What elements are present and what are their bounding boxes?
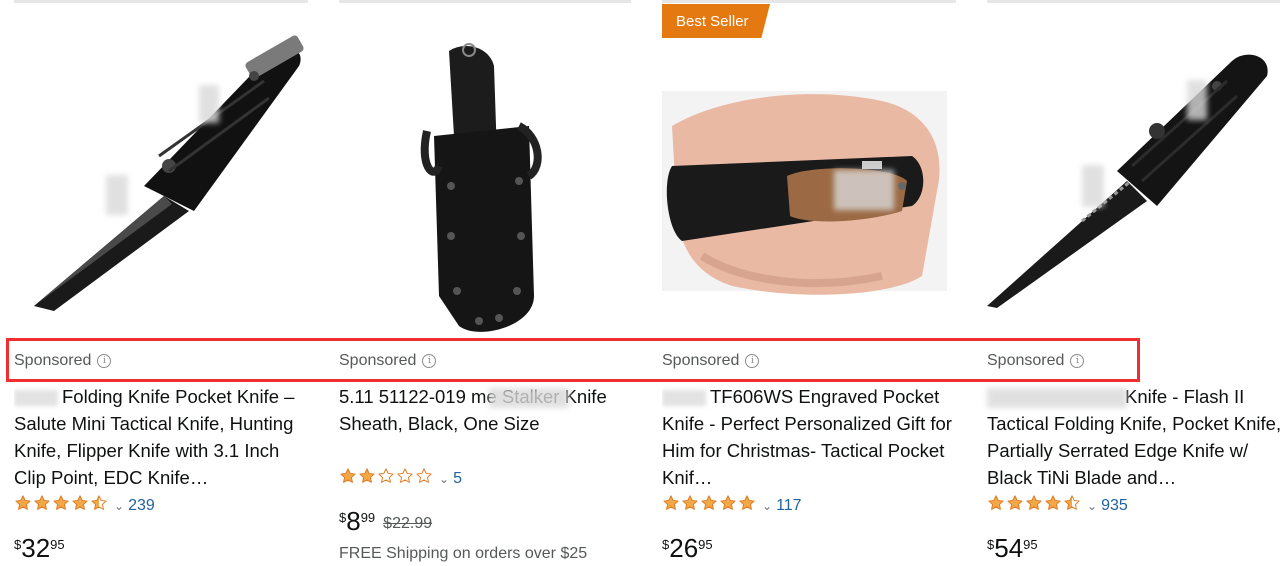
star-icon [358, 467, 376, 490]
product-title[interactable]: TF606WS Engraved Pocket Knife - Perfect … [662, 383, 958, 491]
sponsored-label: Sponsored i [987, 352, 1085, 370]
star-icon [377, 467, 395, 490]
star-icon [987, 494, 1005, 517]
product-image[interactable] [14, 6, 310, 336]
info-icon[interactable]: i [745, 354, 760, 368]
product-title[interactable]: Folding Knife Pocket Knife – Salute Mini… [14, 383, 310, 491]
sponsored-label: Sponsored i [339, 352, 437, 370]
chevron-down-icon[interactable]: ⌄ [762, 499, 772, 513]
chevron-down-icon[interactable]: ⌄ [1087, 499, 1097, 513]
product-price[interactable]: $ 32 95 [14, 534, 65, 562]
star-rating [662, 494, 756, 517]
review-count[interactable]: 239 [128, 497, 155, 515]
product-price[interactable]: $ 8 99 $22.99 [339, 507, 432, 535]
star-icon [71, 494, 89, 517]
star-rating [14, 494, 108, 517]
star-icon [396, 467, 414, 490]
star-icon [52, 494, 70, 517]
product-price[interactable]: $ 54 95 [987, 534, 1038, 562]
review-count[interactable]: 935 [1101, 497, 1128, 515]
info-icon[interactable]: i [422, 354, 437, 368]
star-icon [1044, 494, 1062, 517]
star-icon [1063, 494, 1081, 517]
product-rating[interactable]: ⌄ 117 [662, 494, 802, 517]
knife-sheath-image [339, 6, 635, 336]
review-count[interactable]: 117 [776, 497, 802, 515]
product-title[interactable]: 5.11 51122-019 me Stalker Knife Sheath, … [339, 383, 635, 437]
product-rating[interactable]: ⌄ 239 [14, 494, 155, 517]
product-price[interactable]: $ 26 95 [662, 534, 713, 562]
star-icon [339, 467, 357, 490]
shipping-info: FREE Shipping on orders over $25 [339, 545, 588, 562]
info-icon[interactable]: i [1070, 354, 1085, 368]
star-icon [90, 494, 108, 517]
product-image[interactable] [987, 6, 1280, 336]
product-card[interactable]: Sponsored i TF606WS Engraved Pocket Knife… [662, 0, 958, 566]
list-price: $22.99 [383, 515, 433, 532]
review-count[interactable]: 5 [453, 470, 462, 488]
sponsored-label: Sponsored i [14, 352, 112, 370]
star-icon [1025, 494, 1043, 517]
product-rating[interactable]: ⌄ 5 [339, 467, 462, 490]
product-rating[interactable]: ⌄ 935 [987, 494, 1128, 517]
star-icon [662, 494, 680, 517]
product-card[interactable]: Sponsored i 5.11 51122-019 me Stalker Kni… [339, 0, 635, 566]
knife-in-hand-image [662, 6, 958, 336]
knife-image [14, 6, 310, 336]
best-seller-badge: Best Seller [662, 4, 770, 38]
product-card[interactable]: Sponsored i Folding Knife Pocket Knife – … [14, 0, 310, 566]
star-icon [14, 494, 32, 517]
star-icon [681, 494, 699, 517]
star-icon [33, 494, 51, 517]
knife-image [987, 6, 1280, 336]
star-rating [987, 494, 1081, 517]
star-icon [700, 494, 718, 517]
star-icon [719, 494, 737, 517]
chevron-down-icon[interactable]: ⌄ [439, 472, 449, 486]
product-image[interactable] [339, 6, 635, 336]
star-rating [339, 467, 433, 490]
product-card[interactable]: Sponsored i Knife - Flash II Tactical Fol… [987, 0, 1280, 566]
product-image[interactable] [662, 6, 958, 336]
chevron-down-icon[interactable]: ⌄ [114, 499, 124, 513]
star-icon [738, 494, 756, 517]
info-icon[interactable]: i [97, 354, 112, 368]
sponsored-label: Sponsored i [662, 352, 760, 370]
star-icon [415, 467, 433, 490]
star-icon [1006, 494, 1024, 517]
